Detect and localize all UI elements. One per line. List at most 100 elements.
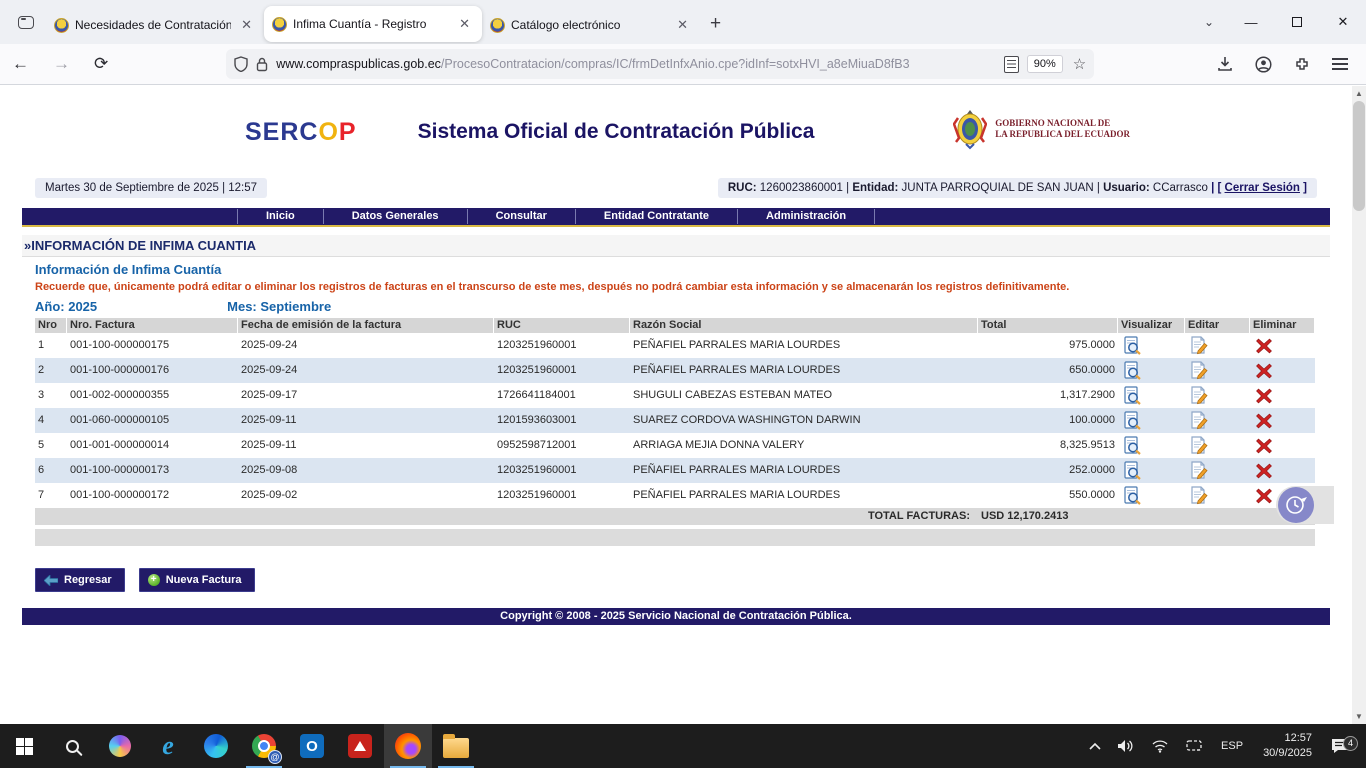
editar-icon[interactable]	[1191, 461, 1208, 480]
zoom-level-badge[interactable]: 90%	[1027, 55, 1063, 73]
taskbar-edge-button[interactable]	[192, 724, 240, 768]
ecuador-favicon	[272, 17, 287, 32]
cell-razon-social: PEÑAFIEL PARRALES MARIA LOURDES	[630, 363, 978, 378]
reload-icon[interactable]: ⟳	[82, 50, 120, 78]
eliminar-icon[interactable]	[1256, 463, 1272, 479]
notifications-button[interactable]: 4	[1322, 737, 1366, 755]
page-scrollbar[interactable]: ▲ ▼	[1352, 86, 1366, 724]
visualizar-button[interactable]	[1118, 360, 1185, 381]
editar-icon[interactable]	[1191, 436, 1208, 455]
logout-link[interactable]: | [ Cerrar Sesión ]	[1211, 182, 1307, 194]
editar-button[interactable]	[1185, 410, 1250, 431]
tab-close-icon[interactable]: ✕	[673, 15, 692, 35]
language-indicator[interactable]: ESP	[1211, 740, 1253, 752]
editar-icon[interactable]	[1191, 336, 1208, 355]
editar-button[interactable]	[1185, 385, 1250, 406]
minimize-button[interactable]: —	[1228, 0, 1274, 44]
menu-hamburger-icon[interactable]	[1332, 63, 1348, 65]
firefox-view-button[interactable]	[12, 8, 40, 36]
editar-button[interactable]	[1185, 360, 1250, 381]
editar-icon[interactable]	[1191, 386, 1208, 405]
menu-item-administración[interactable]: Administración	[738, 209, 875, 224]
taskbar-firefox-button[interactable]	[384, 724, 432, 768]
scrollbar-thumb[interactable]	[1353, 101, 1365, 211]
taskbar-search-button[interactable]	[48, 724, 96, 768]
tab-necesidades[interactable]: Necesidades de Contratación y ✕	[46, 8, 264, 42]
forward-icon[interactable]: →	[41, 50, 82, 78]
scroll-up-icon[interactable]: ▲	[1352, 86, 1366, 101]
taskbar-explorer-button[interactable]	[432, 724, 480, 768]
lock-icon[interactable]	[256, 57, 268, 72]
editar-button[interactable]	[1185, 485, 1250, 506]
taskbar-outlook-button[interactable]: O	[288, 724, 336, 768]
eliminar-icon[interactable]	[1256, 413, 1272, 429]
new-invoice-button[interactable]: + Nueva Factura	[139, 568, 255, 592]
shield-icon[interactable]	[234, 56, 248, 72]
volume-icon[interactable]	[1109, 739, 1143, 753]
cast-screen-icon[interactable]	[1177, 739, 1211, 753]
tab-list-chevron-icon[interactable]: ⌄	[1190, 15, 1228, 29]
new-tab-button[interactable]: +	[700, 11, 731, 37]
visualizar-icon[interactable]	[1124, 361, 1141, 380]
eliminar-button[interactable]	[1250, 412, 1315, 430]
visualizar-button[interactable]	[1118, 485, 1185, 506]
close-button[interactable]: ✕	[1320, 0, 1366, 44]
tray-clock[interactable]: 12:5730/9/2025	[1253, 731, 1322, 761]
menu-item-datos-generales[interactable]: Datos Generales	[324, 209, 468, 224]
tab-catalogo[interactable]: Catálogo electrónico ✕	[482, 8, 700, 42]
visualizar-button[interactable]	[1118, 385, 1185, 406]
editar-icon[interactable]	[1191, 486, 1208, 505]
tab-close-icon[interactable]: ✕	[455, 14, 474, 34]
bookmark-star-icon[interactable]: ☆	[1073, 55, 1086, 73]
start-button[interactable]	[0, 724, 48, 768]
editar-button[interactable]	[1185, 435, 1250, 456]
visualizar-button[interactable]	[1118, 410, 1185, 431]
wifi-icon[interactable]	[1143, 739, 1177, 753]
extensions-icon[interactable]	[1294, 56, 1310, 72]
url-text[interactable]: www.compraspublicas.gob.ec/ProcesoContra…	[276, 57, 996, 71]
floating-widget[interactable]	[1276, 486, 1334, 524]
visualizar-icon[interactable]	[1124, 336, 1141, 355]
tab-close-icon[interactable]: ✕	[237, 15, 256, 35]
editar-button[interactable]	[1185, 335, 1250, 356]
visualizar-icon[interactable]	[1124, 386, 1141, 405]
clock-widget-icon[interactable]	[1278, 487, 1314, 523]
visualizar-icon[interactable]	[1124, 461, 1141, 480]
visualizar-button[interactable]	[1118, 335, 1185, 356]
eliminar-button[interactable]	[1250, 462, 1315, 480]
eliminar-icon[interactable]	[1256, 388, 1272, 404]
eliminar-icon[interactable]	[1256, 338, 1272, 354]
eliminar-icon[interactable]	[1256, 363, 1272, 379]
editar-icon[interactable]	[1191, 361, 1208, 380]
eliminar-button[interactable]	[1250, 337, 1315, 355]
scroll-down-icon[interactable]: ▼	[1352, 709, 1366, 724]
visualizar-icon[interactable]	[1124, 486, 1141, 505]
downloads-icon[interactable]	[1217, 56, 1233, 72]
maximize-button[interactable]	[1274, 0, 1320, 44]
taskbar-ie-button[interactable]: e	[144, 724, 192, 768]
taskbar-acrobat-button[interactable]	[336, 724, 384, 768]
eliminar-icon[interactable]	[1256, 438, 1272, 454]
visualizar-icon[interactable]	[1124, 436, 1141, 455]
visualizar-button[interactable]	[1118, 435, 1185, 456]
editar-button[interactable]	[1185, 460, 1250, 481]
taskbar-copilot-button[interactable]	[96, 724, 144, 768]
tray-chevron-icon[interactable]	[1081, 742, 1109, 750]
url-bar[interactable]: www.compraspublicas.gob.ec/ProcesoContra…	[226, 49, 1094, 79]
eliminar-button[interactable]	[1250, 362, 1315, 380]
eliminar-button[interactable]	[1250, 437, 1315, 455]
menu-item-inicio[interactable]: Inicio	[237, 209, 324, 224]
eliminar-icon[interactable]	[1256, 488, 1272, 504]
menu-item-consultar[interactable]: Consultar	[468, 209, 576, 224]
menu-item-entidad-contratante[interactable]: Entidad Contratante	[576, 209, 738, 224]
editar-icon[interactable]	[1191, 411, 1208, 430]
eliminar-button[interactable]	[1250, 387, 1315, 405]
taskbar-chrome-button[interactable]: @	[240, 724, 288, 768]
tab-infima-cuantia[interactable]: Infima Cuantía - Registro ✕	[264, 6, 482, 42]
reader-mode-icon[interactable]	[1004, 56, 1019, 73]
visualizar-icon[interactable]	[1124, 411, 1141, 430]
back-icon[interactable]: ←	[0, 50, 41, 78]
visualizar-button[interactable]	[1118, 460, 1185, 481]
back-button[interactable]: Regresar	[35, 568, 125, 592]
account-icon[interactable]	[1255, 56, 1272, 73]
